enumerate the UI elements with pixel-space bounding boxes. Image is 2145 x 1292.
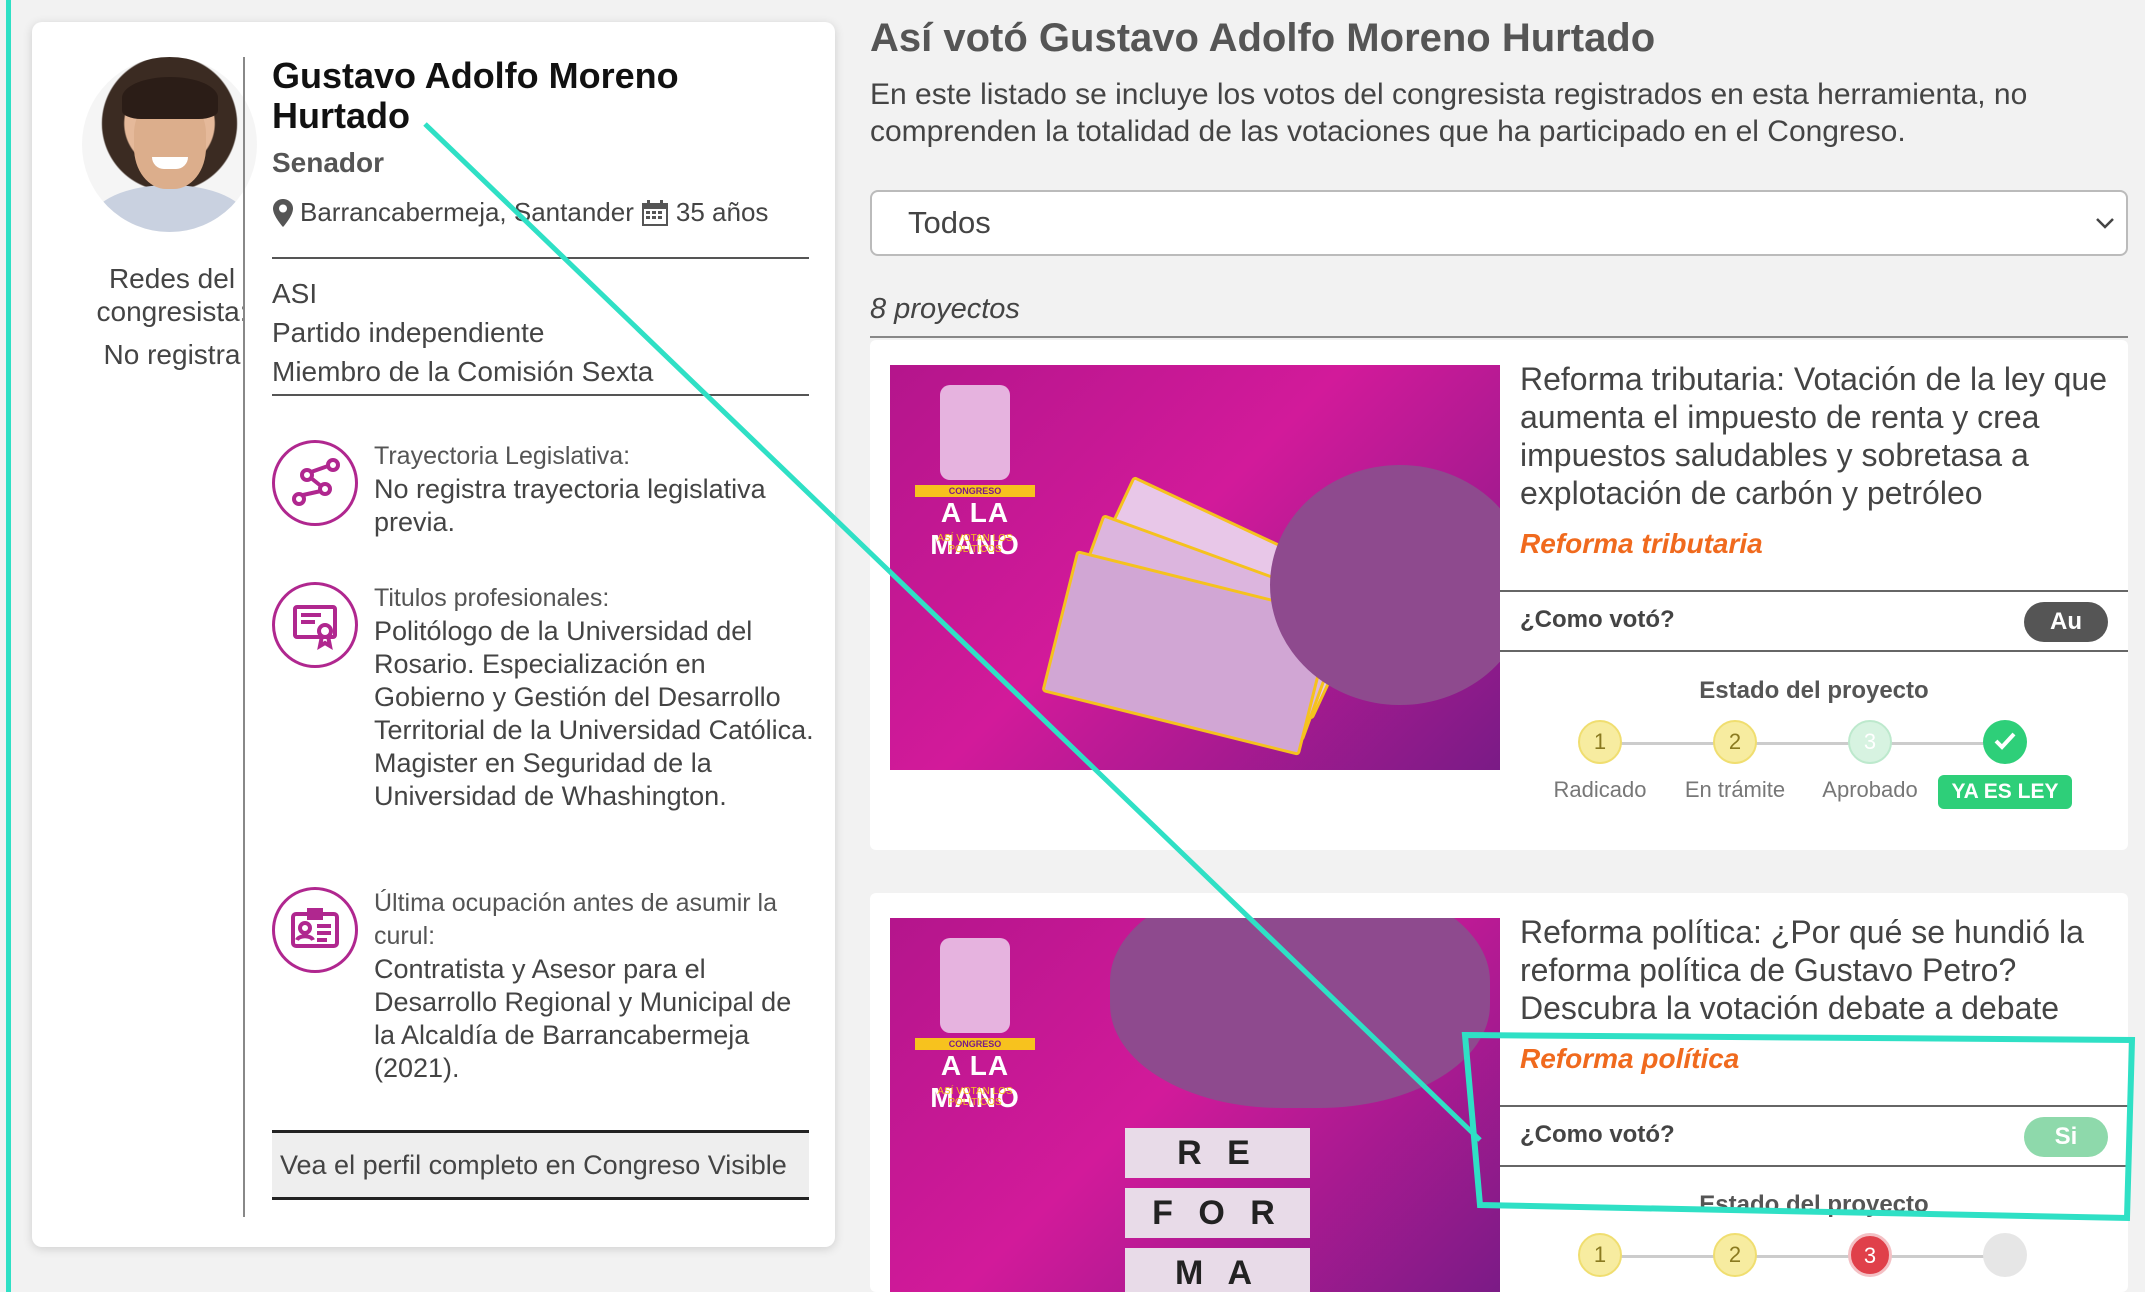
vote-label: ¿Como votó? <box>1520 1121 1675 1148</box>
image-letter-block: R E <box>1125 1128 1310 1178</box>
divider <box>272 257 809 259</box>
page-title: Así votó Gustavo Adolfo Moreno Hurtado <box>870 16 1656 60</box>
party-line: Partido independiente <box>272 317 545 348</box>
step-dot: 2 <box>1713 1233 1757 1277</box>
step-dot: 1 <box>1578 1233 1622 1277</box>
titulos-block: Titulos profesionales: Politólogo de la … <box>272 582 814 872</box>
profile-card: Redes del congresista: No registra Gusta… <box>32 22 835 1247</box>
step-dot: 1 <box>1578 720 1622 764</box>
vote-row: ¿Como votó? Si <box>1500 1105 2128 1167</box>
ocupacion-heading: Última ocupación antes de asumir la curu… <box>374 889 777 950</box>
divider <box>272 394 809 396</box>
image-letter-block: M A <box>1125 1248 1310 1292</box>
project-steps: 1 2 3 <box>1500 1228 2128 1292</box>
titulos-heading: Titulos profesionales: <box>374 584 610 612</box>
vote-row: ¿Como votó? Au <box>1500 590 2128 652</box>
trayectoria-heading: Trayectoria Legislativa: <box>374 442 631 470</box>
ocupacion-block: Última ocupación antes de asumir la curu… <box>272 887 812 1107</box>
project-tag[interactable]: Reforma tributaria <box>1520 528 1763 560</box>
party-info: ASI Partido independiente Miembro de la … <box>272 274 653 391</box>
congreso-a-la-mano-logo: CONGRESO A LA MANO ASÍ VOTAN LOS POLÍTIC… <box>910 938 1040 1113</box>
trayectoria-text: No registra trayectoria legislativa prev… <box>374 474 766 537</box>
step-label: Radicado <box>1553 777 1647 802</box>
project-title[interactable]: Reforma política: ¿Por qué se hundió la … <box>1520 913 2120 1027</box>
ocupacion-text: Contratista y Asesor para el Desarrollo … <box>374 954 792 1083</box>
vote-badge: Au <box>2024 602 2108 642</box>
estado-label: Estado del proyecto <box>1699 677 1929 704</box>
calendar-icon <box>641 199 668 226</box>
project-count: 8 proyectos <box>870 293 1020 325</box>
avatar <box>82 57 257 232</box>
estado-label: Estado del proyecto <box>1699 1191 1929 1218</box>
project-filter-select[interactable]: Todos <box>870 190 2128 256</box>
party-line: ASI <box>272 278 318 309</box>
congressperson-name: Gustavo Adolfo Moreno Hurtado <box>272 55 679 136</box>
location-age-row: Barrancabermeja, Santander 35 años <box>272 197 768 228</box>
step-label: En trámite <box>1684 777 1786 802</box>
route-icon <box>272 440 358 526</box>
id-card-icon <box>272 887 358 973</box>
certificate-icon <box>272 582 358 668</box>
age-text: 35 años <box>675 197 769 227</box>
location-text: Barrancabermeja, Santander <box>300 197 634 227</box>
social-networks-value: No registra <box>103 339 241 370</box>
social-networks-label: Redes del congresista: <box>96 263 248 327</box>
chevron-down-icon <box>2096 218 2114 229</box>
filter-selected-value: Todos <box>908 205 991 240</box>
project-card[interactable]: CONGRESO A LA MANO ASÍ VOTAN LOS POLÍTIC… <box>870 893 2128 1292</box>
step-dot: 3 <box>1848 1233 1892 1277</box>
project-tag[interactable]: Reforma política <box>1520 1043 1739 1075</box>
step-dot <box>1983 1233 2027 1277</box>
annotation-edge-line <box>6 0 11 1292</box>
full-profile-link[interactable]: Vea el perfil completo en Congreso Visib… <box>272 1130 809 1200</box>
project-image[interactable]: CONGRESO A LA MANO ASÍ VOTAN LOS POLÍTIC… <box>890 365 1500 770</box>
divider <box>870 336 2128 338</box>
project-title[interactable]: Reforma tributaria: Votación de la ley q… <box>1520 360 2120 512</box>
step-dot: 2 <box>1713 720 1757 764</box>
ya-es-ley-badge: YA ES LEY <box>1938 775 2072 809</box>
vote-badge: Si <box>2024 1117 2108 1157</box>
vote-label: ¿Como votó? <box>1520 606 1675 633</box>
check-icon <box>1994 732 2016 750</box>
step-label: Aprobado <box>1822 777 1918 802</box>
image-letter-block: F O R <box>1125 1188 1310 1238</box>
step-check <box>1983 720 2027 764</box>
project-image[interactable]: CONGRESO A LA MANO ASÍ VOTAN LOS POLÍTIC… <box>890 918 1500 1292</box>
map-pin-icon <box>273 198 293 227</box>
page-subtitle: En este listado se incluye los votos del… <box>870 78 2028 148</box>
trayectoria-block: Trayectoria Legislativa: No registra tra… <box>272 440 812 570</box>
titulos-text: Politólogo de la Universidad del Rosario… <box>374 616 814 811</box>
project-card[interactable]: CONGRESO A LA MANO ASÍ VOTAN LOS POLÍTIC… <box>870 340 2128 850</box>
vertical-divider <box>243 57 245 1217</box>
party-line: Miembro de la Comisión Sexta <box>272 356 654 387</box>
congressperson-role: Senador <box>272 147 385 178</box>
project-steps: 1 2 3 Radicado En trámite Aprobado YA ES… <box>1500 715 2128 809</box>
step-dot: 3 <box>1848 720 1892 764</box>
social-networks: Redes del congresista: No registra <box>62 262 282 371</box>
congreso-a-la-mano-logo: CONGRESO A LA MANO ASÍ VOTAN LOS POLÍTIC… <box>910 385 1040 560</box>
